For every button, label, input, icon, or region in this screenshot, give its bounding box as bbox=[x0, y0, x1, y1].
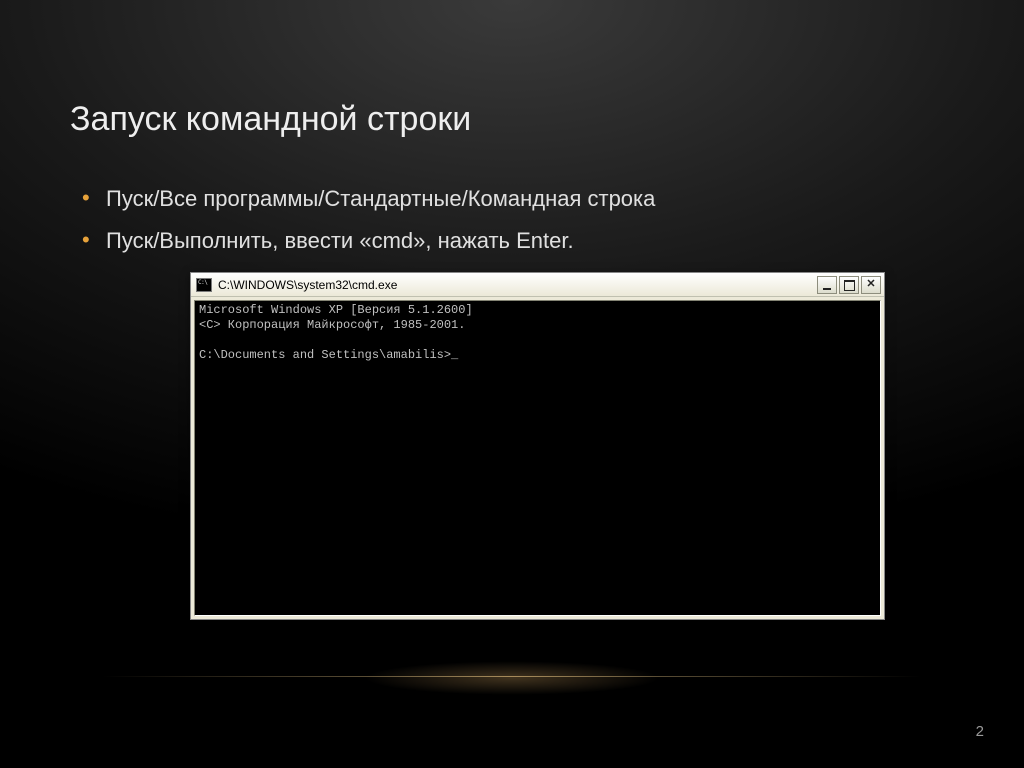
bullet-list: Пуск/Все программы/Стандартные/Командная… bbox=[80, 185, 954, 254]
window-controls: ✕ bbox=[817, 276, 881, 294]
screenshot-wrap: C:\WINDOWS\system32\cmd.exe ✕ Microsoft … bbox=[190, 272, 954, 620]
window-titlebar[interactable]: C:\WINDOWS\system32\cmd.exe ✕ bbox=[191, 273, 884, 297]
presentation-slide: Запуск командной строки Пуск/Все програм… bbox=[0, 0, 1024, 768]
terminal-prompt: C:\Documents and Settings\amabilis> bbox=[199, 348, 451, 362]
terminal-output[interactable]: Microsoft Windows XP [Версия 5.1.2600] <… bbox=[194, 300, 881, 616]
terminal-icon bbox=[196, 278, 212, 292]
bullet-item: Пуск/Все программы/Стандартные/Командная… bbox=[80, 185, 954, 213]
window-client-area: Microsoft Windows XP [Версия 5.1.2600] <… bbox=[191, 297, 884, 619]
window-title: C:\WINDOWS\system32\cmd.exe bbox=[218, 278, 817, 292]
maximize-button[interactable] bbox=[839, 276, 859, 294]
close-button[interactable]: ✕ bbox=[861, 276, 881, 294]
cmd-window: C:\WINDOWS\system32\cmd.exe ✕ Microsoft … bbox=[190, 272, 885, 620]
page-number: 2 bbox=[976, 723, 984, 740]
terminal-line: Microsoft Windows XP [Версия 5.1.2600] bbox=[199, 303, 473, 317]
bullet-item: Пуск/Выполнить, ввести «cmd», нажать Ent… bbox=[80, 227, 954, 255]
terminal-line: <C> Корпорация Майкрософт, 1985-2001. bbox=[199, 318, 465, 332]
minimize-button[interactable] bbox=[817, 276, 837, 294]
cursor-icon: _ bbox=[451, 348, 458, 363]
decorative-glow bbox=[0, 658, 1024, 698]
slide-title: Запуск командной строки bbox=[70, 100, 954, 139]
